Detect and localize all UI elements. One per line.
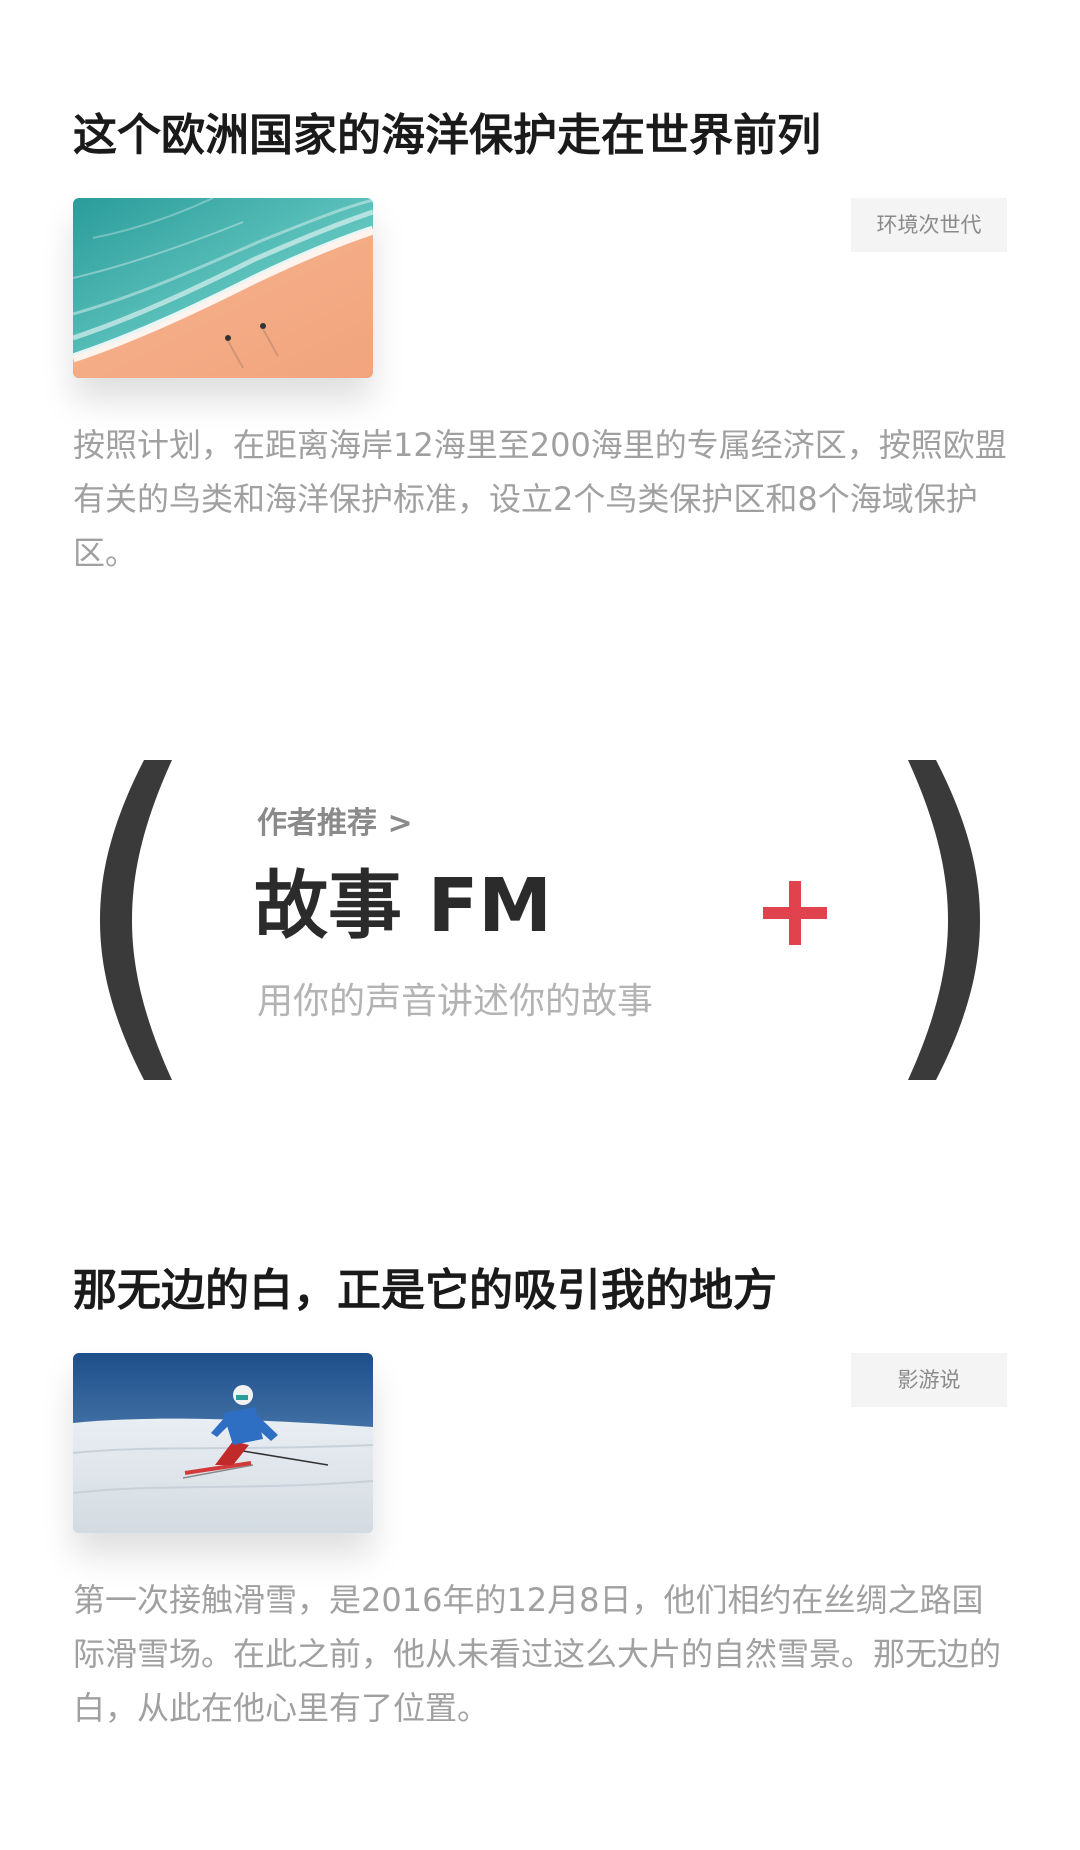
beach-image [73, 198, 373, 378]
article-thumbnail[interactable] [73, 198, 373, 378]
podcast-title[interactable]: 故事 FM [254, 864, 552, 948]
article-thumbnail[interactable] [73, 1353, 373, 1533]
podcast-subtitle: 用你的声音讲述你的故事 [257, 981, 654, 1022]
article-summary: 按照计划，在距离海岸12海里至200海里的专属经济区，按照欧盟有关的鸟类和海洋保… [73, 426, 1007, 572]
article-card[interactable]: 这个欧洲国家的海洋保护走在世界前列 环境次世代 按照计划，在距离海岸12海里至2… [73, 108, 1007, 580]
article-media-row: 影游说 [73, 1353, 1007, 1533]
article-media-row: 环境次世代 [73, 198, 1007, 378]
right-bracket [908, 760, 980, 1080]
article-card[interactable]: 那无边的白，正是它的吸引我的地方 影游说 第一次接触滑雪，是2016年的12月8… [73, 1263, 1007, 1735]
category-tag[interactable]: 环境次世代 [851, 198, 1007, 252]
skier-image [73, 1353, 373, 1533]
article-title[interactable]: 那无边的白，正是它的吸引我的地方 [73, 1263, 1007, 1319]
plus-icon[interactable] [763, 881, 827, 945]
article-summary: 第一次接触滑雪，是2016年的12月8日，他们相约在丝绸之路国际滑雪场。在此之前… [73, 1581, 1002, 1727]
author-recommendation-link[interactable]: 作者推荐 > [257, 798, 413, 842]
author-recommendation[interactable]: 作者推荐 > 故事 FM 用你的声音讲述你的故事 [100, 760, 980, 1080]
category-tag[interactable]: 影游说 [851, 1353, 1007, 1407]
left-bracket [100, 760, 172, 1080]
article-title[interactable]: 这个欧洲国家的海洋保护走在世界前列 [73, 108, 1007, 164]
